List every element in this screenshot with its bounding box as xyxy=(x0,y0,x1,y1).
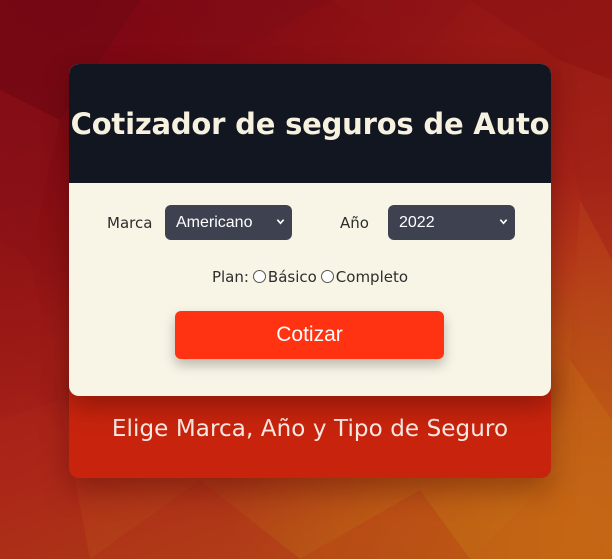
brand-label: Marca xyxy=(107,214,153,232)
brand-select-value: Americano xyxy=(176,214,253,231)
result-message: Elige Marca, Año y Tipo de Seguro xyxy=(111,416,509,442)
chevron-down-icon xyxy=(276,219,285,225)
plan-completo-radio[interactable] xyxy=(320,270,334,283)
quote-form-card: Cotizador de seguros de Auto Marca Ameri… xyxy=(69,64,551,396)
plan-completo-label[interactable]: Completo xyxy=(336,268,408,286)
plan-basico-label[interactable]: Básico xyxy=(268,268,317,286)
cotizar-button[interactable]: Cotizar xyxy=(175,311,444,359)
page-title: Cotizador de seguros de Auto xyxy=(70,106,550,141)
year-select-value: 2022 xyxy=(399,214,435,231)
plan-options: Plan: Básico Completo xyxy=(69,268,551,286)
plan-basico-radio[interactable] xyxy=(252,270,266,283)
plan-label: Plan: xyxy=(211,268,249,286)
form-header: Cotizador de seguros de Auto xyxy=(69,64,551,183)
year-label: Año xyxy=(340,214,369,232)
chevron-down-icon xyxy=(499,219,508,225)
brand-select[interactable]: Americano xyxy=(165,205,292,240)
year-select[interactable]: 2022 xyxy=(388,205,515,240)
